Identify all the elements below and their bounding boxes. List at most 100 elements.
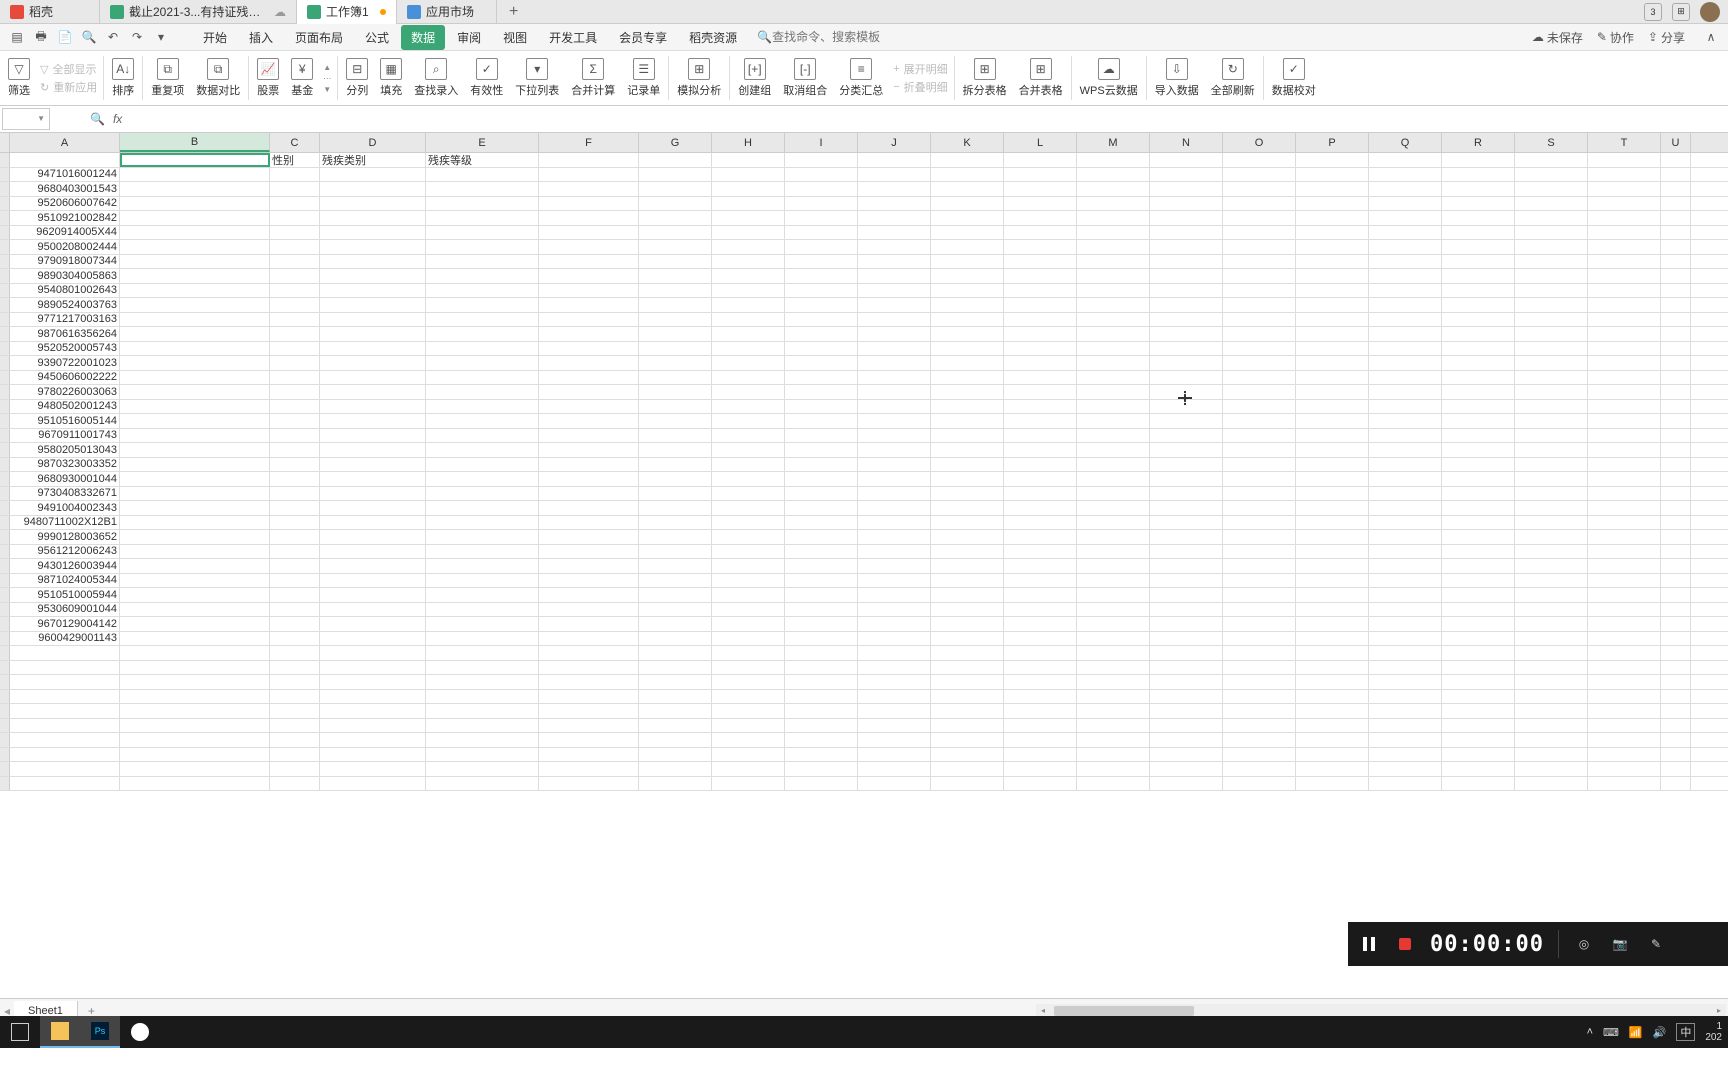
compare-button[interactable]: ⧉数据对比 <box>190 56 246 100</box>
cell[interactable] <box>1369 342 1442 356</box>
cell[interactable] <box>1077 342 1150 356</box>
cell[interactable] <box>10 153 120 167</box>
cell[interactable]: 9670129004142 <box>10 617 120 631</box>
cell[interactable] <box>712 284 785 298</box>
cell[interactable] <box>1150 356 1223 370</box>
cell[interactable] <box>1150 661 1223 675</box>
cell[interactable] <box>1369 646 1442 660</box>
cell[interactable] <box>1515 211 1588 225</box>
cell[interactable] <box>712 632 785 646</box>
cell[interactable] <box>1661 385 1691 399</box>
cell[interactable] <box>1515 443 1588 457</box>
cell[interactable]: 9510510005944 <box>10 588 120 602</box>
cell[interactable] <box>1223 530 1296 544</box>
cell[interactable] <box>639 226 712 240</box>
cell[interactable] <box>1296 559 1369 573</box>
cell[interactable] <box>1515 226 1588 240</box>
cell[interactable] <box>1004 748 1077 762</box>
cell[interactable] <box>426 269 539 283</box>
cell[interactable] <box>1150 559 1223 573</box>
undo-icon[interactable]: ↶ <box>103 27 123 47</box>
cell[interactable] <box>1369 356 1442 370</box>
cell[interactable] <box>1296 400 1369 414</box>
cell[interactable] <box>1588 545 1661 559</box>
cell[interactable] <box>785 487 858 501</box>
cell[interactable] <box>785 153 858 167</box>
cell[interactable] <box>1223 356 1296 370</box>
cell[interactable]: 9491004002343 <box>10 501 120 515</box>
cell[interactable] <box>639 385 712 399</box>
cell[interactable] <box>785 414 858 428</box>
cell[interactable]: 9480711002X12B1 <box>10 516 120 530</box>
close-icon[interactable]: ☁ <box>274 5 286 19</box>
cell[interactable] <box>1661 530 1691 544</box>
cell[interactable] <box>1223 632 1296 646</box>
splitcol-button[interactable]: ⊟分列 <box>340 56 374 100</box>
cell[interactable] <box>1004 733 1077 747</box>
name-box[interactable]: ▼ <box>2 108 50 130</box>
cell[interactable] <box>270 559 320 573</box>
cell[interactable] <box>1442 574 1515 588</box>
cell[interactable] <box>858 530 931 544</box>
cell[interactable] <box>539 269 639 283</box>
cell[interactable] <box>1004 371 1077 385</box>
cell[interactable] <box>858 690 931 704</box>
cell[interactable]: 9561212006243 <box>10 545 120 559</box>
cell[interactable] <box>1661 487 1691 501</box>
cell[interactable] <box>1150 226 1223 240</box>
col-header-R[interactable]: R <box>1442 133 1515 152</box>
cell[interactable] <box>320 356 426 370</box>
cell[interactable] <box>426 516 539 530</box>
cell[interactable] <box>426 400 539 414</box>
cell[interactable] <box>426 646 539 660</box>
cell[interactable] <box>1588 690 1661 704</box>
cell[interactable] <box>320 342 426 356</box>
cell[interactable] <box>1442 545 1515 559</box>
cell[interactable] <box>1515 342 1588 356</box>
cell[interactable] <box>931 661 1004 675</box>
cell[interactable] <box>639 443 712 457</box>
cell[interactable] <box>712 356 785 370</box>
cell[interactable] <box>1661 327 1691 341</box>
cell[interactable] <box>1515 400 1588 414</box>
cell[interactable] <box>1588 168 1661 182</box>
cell[interactable] <box>539 588 639 602</box>
cell[interactable] <box>712 226 785 240</box>
cell[interactable]: 9510516005144 <box>10 414 120 428</box>
cell[interactable] <box>1223 443 1296 457</box>
cell[interactable] <box>858 400 931 414</box>
cell[interactable] <box>1004 255 1077 269</box>
cell[interactable] <box>1442 530 1515 544</box>
cell[interactable] <box>1442 690 1515 704</box>
cell[interactable] <box>1223 226 1296 240</box>
cell[interactable] <box>1077 211 1150 225</box>
cell[interactable] <box>858 719 931 733</box>
cell[interactable] <box>931 719 1004 733</box>
cell[interactable] <box>1588 342 1661 356</box>
cell[interactable] <box>1442 443 1515 457</box>
cell[interactable] <box>1661 719 1691 733</box>
cell[interactable] <box>539 342 639 356</box>
cell[interactable] <box>1661 545 1691 559</box>
cell[interactable] <box>712 762 785 776</box>
cell[interactable] <box>539 226 639 240</box>
cell[interactable] <box>1588 588 1661 602</box>
cell[interactable] <box>539 240 639 254</box>
cell[interactable] <box>426 385 539 399</box>
cell[interactable] <box>320 429 426 443</box>
cell[interactable] <box>931 516 1004 530</box>
cell[interactable] <box>1077 762 1150 776</box>
cell[interactable] <box>1150 487 1223 501</box>
cell[interactable] <box>120 414 270 428</box>
cell[interactable] <box>1661 472 1691 486</box>
cell[interactable] <box>1296 748 1369 762</box>
cell[interactable] <box>120 545 270 559</box>
cell[interactable] <box>785 255 858 269</box>
cell[interactable] <box>1588 211 1661 225</box>
cell[interactable] <box>1004 632 1077 646</box>
cell[interactable] <box>539 284 639 298</box>
cell[interactable] <box>270 298 320 312</box>
cell[interactable] <box>1442 632 1515 646</box>
cell[interactable] <box>426 429 539 443</box>
cell[interactable] <box>539 675 639 689</box>
